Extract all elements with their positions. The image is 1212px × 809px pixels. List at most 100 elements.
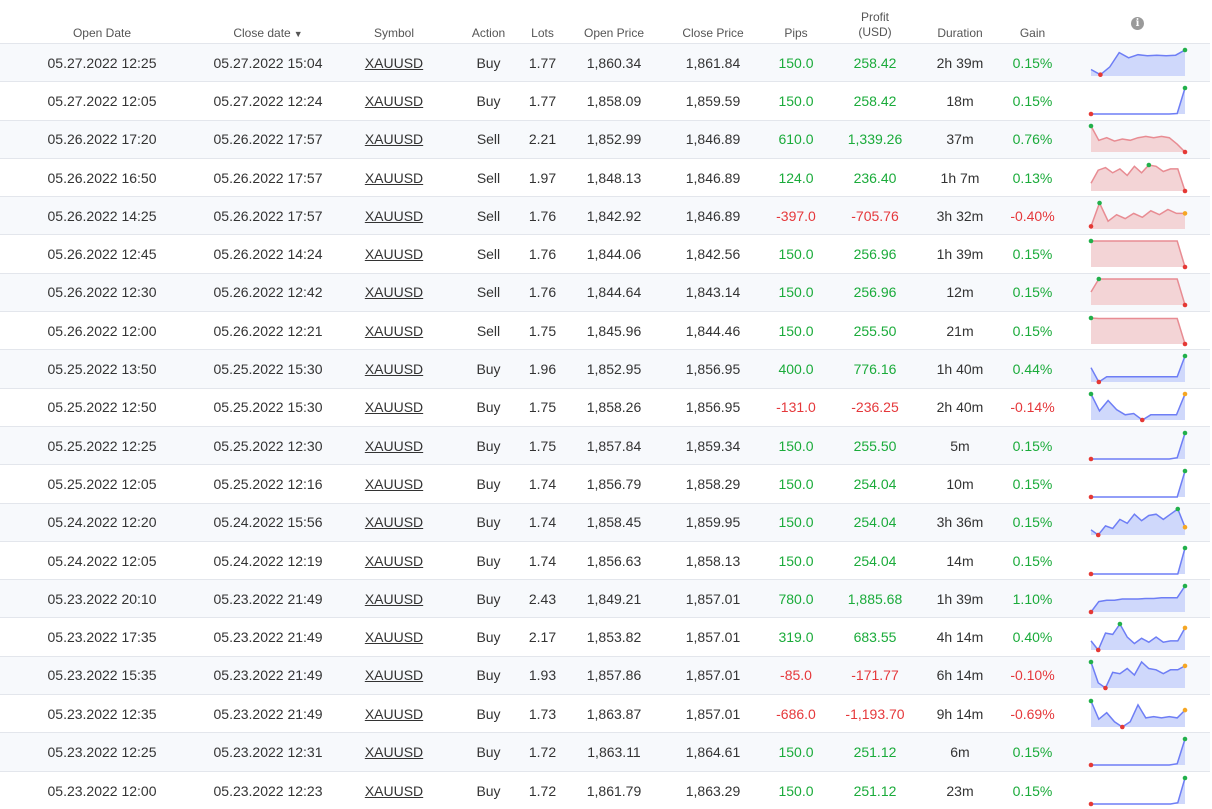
close-date-cell: 05.26.2022 12:21 <box>204 312 332 350</box>
col-close-price[interactable]: Close Price <box>664 0 762 44</box>
sparkline-area <box>1091 50 1185 76</box>
trade-sparkline-cell <box>1065 273 1210 311</box>
open-price-cell: 1,863.87 <box>564 695 664 733</box>
sparkline-area <box>1091 662 1185 688</box>
profit-cell: 254.04 <box>830 465 920 503</box>
symbol-cell: XAUUSD <box>332 158 456 196</box>
symbol-link[interactable]: XAUUSD <box>365 629 423 645</box>
trade-sparkline-cell <box>1065 695 1210 733</box>
symbol-link[interactable]: XAUUSD <box>365 131 423 147</box>
table-row[interactable]: 05.26.2022 17:2005.26.2022 17:57XAUUSDSe… <box>0 120 1210 158</box>
col-open-price[interactable]: Open Price <box>564 0 664 44</box>
duration-cell: 3h 32m <box>920 197 1000 235</box>
open-price-cell: 1,857.84 <box>564 426 664 464</box>
table-row[interactable]: 05.26.2022 14:2505.26.2022 17:57XAUUSDSe… <box>0 197 1210 235</box>
duration-cell: 18m <box>920 82 1000 120</box>
symbol-link[interactable]: XAUUSD <box>365 170 423 186</box>
duration-cell: 6h 14m <box>920 656 1000 694</box>
open-date-cell: 05.27.2022 12:25 <box>0 44 204 82</box>
table-row[interactable]: 05.23.2022 15:3505.23.2022 21:49XAUUSDBu… <box>0 656 1210 694</box>
symbol-link[interactable]: XAUUSD <box>365 438 423 454</box>
col-profit[interactable]: Profit(USD) <box>830 0 920 44</box>
table-row[interactable]: 05.26.2022 12:0005.26.2022 12:21XAUUSDSe… <box>0 312 1210 350</box>
sparkline-max-marker <box>1182 47 1187 52</box>
close-price-cell: 1,846.89 <box>664 197 762 235</box>
trade-sparkline-cell <box>1065 733 1210 771</box>
symbol-link[interactable]: XAUUSD <box>365 476 423 492</box>
symbol-link[interactable]: XAUUSD <box>365 208 423 224</box>
symbol-link[interactable]: XAUUSD <box>365 399 423 415</box>
close-price-cell: 1,843.14 <box>664 273 762 311</box>
pips-cell: 780.0 <box>762 580 830 618</box>
symbol-link[interactable]: XAUUSD <box>365 744 423 760</box>
col-pips[interactable]: Pips <box>762 0 830 44</box>
symbol-link[interactable]: XAUUSD <box>365 591 423 607</box>
sparkline-min-marker <box>1088 495 1093 500</box>
table-row[interactable]: 05.24.2022 12:2005.24.2022 15:56XAUUSDBu… <box>0 503 1210 541</box>
table-row[interactable]: 05.26.2022 12:3005.26.2022 12:42XAUUSDSe… <box>0 273 1210 311</box>
close-date-cell: 05.24.2022 12:19 <box>204 541 332 579</box>
table-row[interactable]: 05.23.2022 12:0005.23.2022 12:23XAUUSDBu… <box>0 771 1210 809</box>
table-row[interactable]: 05.23.2022 20:1005.23.2022 21:49XAUUSDBu… <box>0 580 1210 618</box>
open-price-cell: 1,856.79 <box>564 465 664 503</box>
symbol-link[interactable]: XAUUSD <box>365 323 423 339</box>
table-row[interactable]: 05.24.2022 12:0505.24.2022 12:19XAUUSDBu… <box>0 541 1210 579</box>
col-gain[interactable]: Gain <box>1000 0 1065 44</box>
table-row[interactable]: 05.25.2022 12:5005.25.2022 15:30XAUUSDBu… <box>0 388 1210 426</box>
table-row[interactable]: 05.27.2022 12:0505.27.2022 12:24XAUUSDBu… <box>0 82 1210 120</box>
open-price-cell: 1,842.92 <box>564 197 664 235</box>
trade-sparkline <box>1088 698 1188 730</box>
gain-cell: 0.44% <box>1000 350 1065 388</box>
table-row[interactable]: 05.27.2022 12:2505.27.2022 15:04XAUUSDBu… <box>0 44 1210 82</box>
col-symbol[interactable]: Symbol <box>332 0 456 44</box>
table-row[interactable]: 05.23.2022 12:3505.23.2022 21:49XAUUSDBu… <box>0 695 1210 733</box>
symbol-link[interactable]: XAUUSD <box>365 706 423 722</box>
symbol-link[interactable]: XAUUSD <box>365 284 423 300</box>
symbol-link[interactable]: XAUUSD <box>365 246 423 262</box>
trade-sparkline-cell <box>1065 465 1210 503</box>
pips-cell: 150.0 <box>762 312 830 350</box>
table-row[interactable]: 05.23.2022 12:2505.23.2022 12:31XAUUSDBu… <box>0 733 1210 771</box>
table-row[interactable]: 05.25.2022 12:2505.25.2022 12:30XAUUSDBu… <box>0 426 1210 464</box>
duration-cell: 12m <box>920 273 1000 311</box>
symbol-link[interactable]: XAUUSD <box>365 667 423 683</box>
col-duration[interactable]: Duration <box>920 0 1000 44</box>
symbol-link[interactable]: XAUUSD <box>365 514 423 530</box>
symbol-link[interactable]: XAUUSD <box>365 361 423 377</box>
lots-cell: 1.93 <box>521 656 564 694</box>
symbol-link[interactable]: XAUUSD <box>365 553 423 569</box>
col-open-date[interactable]: Open Date <box>0 0 204 44</box>
table-row[interactable]: 05.26.2022 16:5005.26.2022 17:57XAUUSDSe… <box>0 158 1210 196</box>
close-price-cell: 1,856.95 <box>664 350 762 388</box>
sparkline-max-marker <box>1182 354 1187 359</box>
symbol-link[interactable]: XAUUSD <box>365 93 423 109</box>
pips-cell: 150.0 <box>762 44 830 82</box>
col-lots[interactable]: Lots <box>521 0 564 44</box>
table-header: Open Date Close date▼ Symbol Action Lots… <box>0 0 1210 44</box>
table-row[interactable]: 05.25.2022 13:5005.25.2022 15:30XAUUSDBu… <box>0 350 1210 388</box>
sparkline-max-marker <box>1088 124 1093 129</box>
sparkline-min-marker <box>1103 686 1108 691</box>
table-row[interactable]: 05.23.2022 17:3505.23.2022 21:49XAUUSDBu… <box>0 618 1210 656</box>
lots-cell: 1.74 <box>521 503 564 541</box>
duration-cell: 9h 14m <box>920 695 1000 733</box>
col-close-date[interactable]: Close date▼ <box>204 0 332 44</box>
symbol-link[interactable]: XAUUSD <box>365 55 423 71</box>
info-icon[interactable]: i <box>1131 17 1144 30</box>
open-date-cell: 05.26.2022 12:00 <box>0 312 204 350</box>
symbol-cell: XAUUSD <box>332 695 456 733</box>
action-cell: Buy <box>456 44 521 82</box>
action-cell: Sell <box>456 158 521 196</box>
open-date-cell: 05.24.2022 12:20 <box>0 503 204 541</box>
trade-sparkline <box>1088 775 1188 807</box>
col-action[interactable]: Action <box>456 0 521 44</box>
sparkline-end-marker <box>1182 525 1187 530</box>
pips-cell: 150.0 <box>762 541 830 579</box>
action-cell: Buy <box>456 771 521 809</box>
sparkline-min-marker <box>1088 763 1093 768</box>
table-row[interactable]: 05.25.2022 12:0505.25.2022 12:16XAUUSDBu… <box>0 465 1210 503</box>
col-chart: i <box>1065 0 1210 44</box>
table-row[interactable]: 05.26.2022 12:4505.26.2022 14:24XAUUSDSe… <box>0 235 1210 273</box>
symbol-link[interactable]: XAUUSD <box>365 783 423 799</box>
open-date-cell: 05.23.2022 20:10 <box>0 580 204 618</box>
